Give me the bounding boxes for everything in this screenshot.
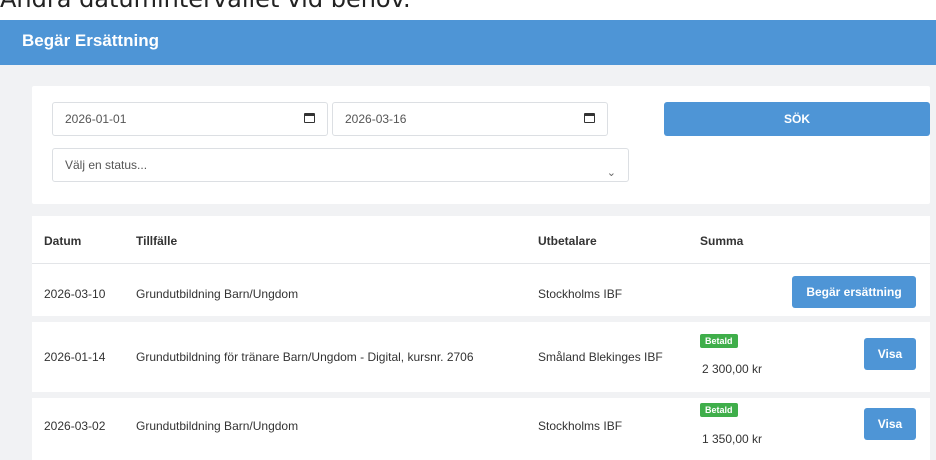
header-bar: Begär Ersättning [0, 20, 936, 65]
row-payer: Småland Blekinges IBF [538, 350, 663, 364]
column-header-amount: Summa [700, 234, 744, 248]
search-button[interactable]: SÖK [664, 102, 930, 136]
status-badge: Betald [700, 403, 738, 417]
row-date: 2026-03-02 [44, 419, 106, 433]
view-button[interactable]: Visa [864, 408, 916, 440]
row-date: 2026-03-10 [44, 287, 106, 301]
date-to-input[interactable]: 2026-03-16 [332, 102, 608, 136]
row-occasion: Grundutbildning Barn/Ungdom [136, 419, 299, 433]
date-from-input[interactable]: 2026-01-01 [52, 102, 328, 136]
header-divider [32, 263, 930, 264]
status-select[interactable]: Välj en status... ⌄ [52, 148, 629, 182]
page-caption: Ändra datumintervallet vid behov. [0, 0, 411, 14]
row-amount: 1 350,00 kr [702, 432, 763, 446]
column-header-occasion: Tillfälle [136, 234, 178, 248]
row-divider [32, 316, 930, 322]
status-badge: Betald [700, 334, 738, 348]
request-compensation-button[interactable]: Begär ersättning [792, 276, 916, 308]
view-button[interactable]: Visa [864, 338, 916, 370]
row-amount: 2 300,00 kr [702, 362, 763, 376]
date-from-value: 2026-01-01 [65, 112, 127, 126]
row-occasion: Grundutbildning för tränare Barn/Ungdom … [136, 350, 474, 364]
row-payer: Stockholms IBF [538, 419, 623, 433]
row-divider [32, 392, 930, 398]
row-date: 2026-01-14 [44, 350, 106, 364]
status-placeholder: Välj en status... [65, 158, 148, 172]
row-payer: Stockholms IBF [538, 287, 623, 301]
date-to-value: 2026-03-16 [345, 112, 407, 126]
column-header-date: Datum [44, 234, 82, 248]
calendar-icon[interactable] [584, 113, 595, 123]
row-occasion: Grundutbildning Barn/Ungdom [136, 287, 299, 301]
page-title: Begär Ersättning [22, 31, 159, 50]
column-header-payer: Utbetalare [538, 234, 597, 248]
chevron-down-icon: ⌄ [606, 167, 616, 179]
calendar-icon[interactable] [304, 113, 315, 123]
